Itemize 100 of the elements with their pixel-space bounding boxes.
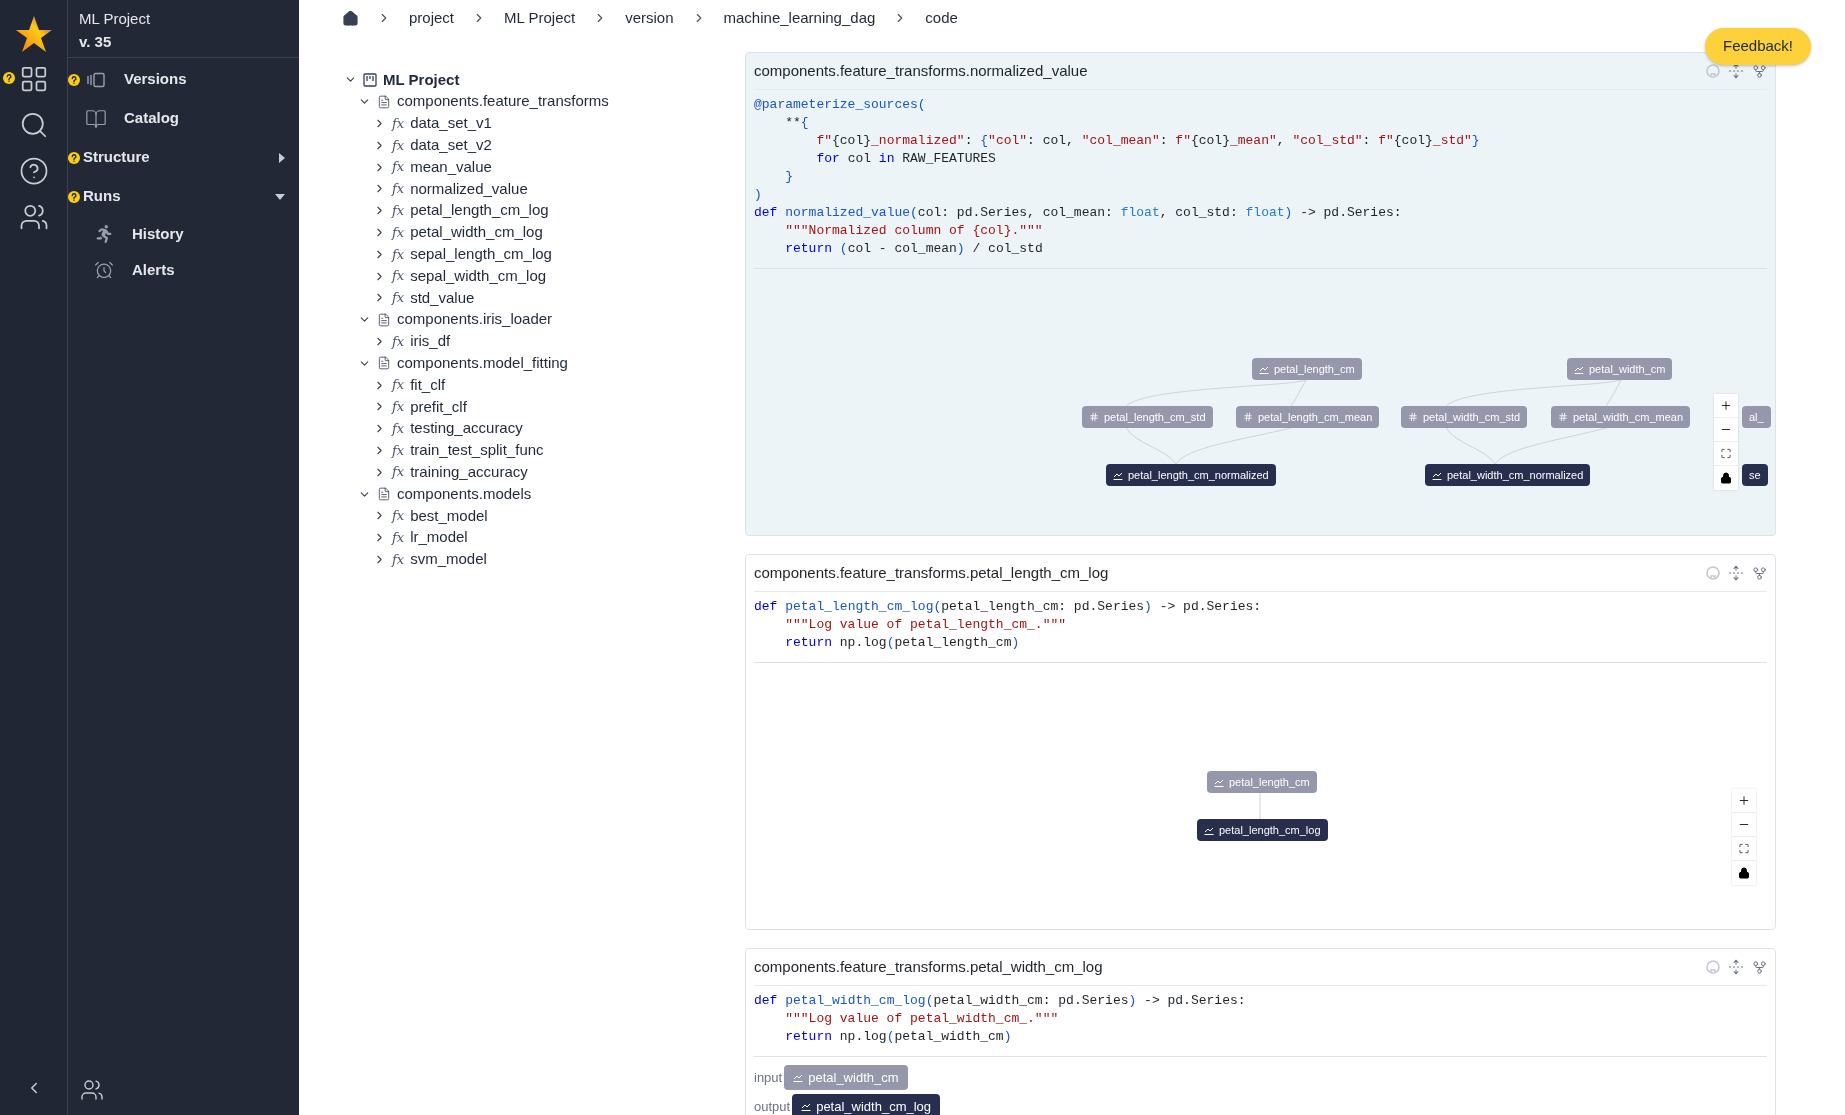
expand-icon[interactable] (1728, 959, 1744, 975)
dag-node[interactable]: petal_length_cm_log (1197, 819, 1328, 841)
tree-item-label: petal_width_cm_log (410, 222, 543, 243)
breadcrumb-link[interactable]: project (409, 6, 455, 30)
function-prefix: fx (392, 550, 405, 569)
function-prefix: fx (392, 245, 405, 264)
function-prefix: fx (392, 376, 405, 395)
sidebar-item[interactable]: Catalog (68, 99, 299, 138)
function-prefix: fx (392, 441, 405, 460)
function-prefix: fx (392, 201, 405, 220)
tree-item-label: components.iris_loader (397, 309, 553, 330)
code-line: def normalized_value(col: pd.Series, col_mean: float, col_std: float) -> pd.Series: (754, 204, 1402, 222)
help-icon[interactable] (18, 156, 49, 186)
code-line: return (col - col_mean) / col_std (784, 240, 1043, 258)
line-chart-icon (1259, 364, 1269, 374)
tree-item[interactable]: fx data_set_v2 (344, 134, 745, 157)
tree-item[interactable]: fx testing_accuracy (344, 417, 745, 440)
tree-root-label: ML Project (383, 69, 460, 90)
help-icon[interactable] (68, 151, 80, 164)
sidebar-section[interactable]: Runs (68, 177, 299, 216)
function-prefix: fx (392, 332, 405, 351)
caret-icon (275, 193, 285, 200)
breadcrumb-link[interactable]: version (625, 6, 674, 30)
tree-item-label: fit_clf (410, 374, 446, 395)
code-line: return np.log(petal_length_cm) (784, 634, 1020, 652)
card-title: components.feature_transforms.petal_width_cm_log (754, 956, 1104, 977)
code-line: return np.log(petal_width_cm) (784, 1028, 1012, 1046)
graph-icon[interactable] (1752, 565, 1767, 581)
line-chart-icon (801, 1102, 812, 1111)
help-icon[interactable] (2, 72, 15, 84)
function-prefix: fx (392, 267, 405, 286)
function-prefix: fx (392, 158, 405, 177)
tree-item[interactable]: fx std_value (344, 286, 745, 309)
tree-item[interactable]: fx svm_model (344, 548, 745, 571)
graph-icon[interactable] (1752, 63, 1767, 79)
tree-item-label: lr_model (410, 527, 468, 548)
tree-item[interactable]: fx petal_width_cm_log (344, 221, 745, 244)
tree-item[interactable]: components.models (344, 483, 745, 505)
line-chart-icon (793, 1073, 804, 1082)
card-title: components.feature_transforms.petal_length_cm_log (754, 562, 1110, 583)
tree-item-label: train_test_split_func (410, 440, 544, 461)
tree-item[interactable]: fx fit_clf (344, 374, 745, 396)
tree-item[interactable]: fx normalized_value (344, 178, 745, 200)
tree-item[interactable]: fx petal_length_cm_log (344, 199, 745, 222)
sidebar-item[interactable]: History (68, 216, 299, 252)
dag-node[interactable]: petal_length_cm_normalized (1106, 464, 1276, 486)
tree-item[interactable]: fx training_accuracy (344, 461, 745, 484)
graph-icon[interactable] (1752, 959, 1767, 975)
team-settings-icon[interactable] (80, 1078, 104, 1102)
code-line: f"{col}_normalized": {"col": col, "col_mean": f"{col}_mean", "col_std": f"{col}_std"} (815, 132, 1480, 150)
file-icon (377, 94, 391, 109)
function-prefix: fx (392, 223, 405, 242)
tree-item[interactable]: fx sepal_length_cm_log (344, 243, 745, 266)
function-prefix: fx (392, 463, 405, 482)
board-icon (363, 72, 377, 87)
tree-item[interactable]: fx prefit_clf (344, 395, 745, 418)
tree-item[interactable]: fx sepal_width_cm_log (344, 265, 745, 287)
running-person-icon (95, 225, 113, 243)
home-icon[interactable] (342, 9, 359, 27)
hash-icon (1558, 412, 1568, 422)
alarm-clock-icon (94, 260, 114, 280)
caret-icon (279, 152, 285, 163)
tree-item[interactable]: fx train_test_split_func (344, 439, 745, 462)
tree-item[interactable]: components.model_fitting (344, 352, 745, 375)
tree-item[interactable]: components.feature_transforms (344, 90, 745, 113)
function-prefix: fx (392, 136, 405, 155)
tree-item[interactable]: fx data_set_v1 (344, 112, 745, 135)
card-title: components.feature_transforms.normalized_value (754, 60, 1089, 81)
dag-node[interactable]: petal_width_cm_normalized (1425, 464, 1591, 486)
dag-node[interactable]: petal_width_cm_log (792, 1094, 941, 1115)
breadcrumb-link[interactable]: code (925, 6, 958, 30)
tree-item-label: sepal_width_cm_log (410, 265, 547, 286)
sidebar-section[interactable]: Structure (68, 138, 299, 177)
expand-icon[interactable] (1728, 63, 1744, 79)
code-line: for col in RAW_FEATURES (815, 150, 996, 168)
breadcrumb-link[interactable]: ML Project (504, 6, 576, 30)
tree-item-label: components.model_fitting (397, 353, 568, 373)
tree-item-label: std_value (410, 287, 475, 308)
tree-item[interactable]: ML Project (344, 69, 745, 91)
help-icon[interactable] (68, 190, 80, 203)
tree-item[interactable]: fx iris_df (344, 330, 745, 353)
tree-item-label: petal_length_cm_log (410, 200, 549, 221)
line-chart-icon (1574, 364, 1584, 374)
breadcrumb-link[interactable]: machine_learning_dag (723, 6, 876, 30)
tree-item-label: components.feature_transforms (397, 91, 609, 112)
tree-item[interactable]: fx lr_model (344, 526, 745, 549)
file-icon (377, 356, 391, 371)
sidebar-item[interactable]: Alerts (68, 252, 299, 288)
sidebar-item[interactable]: Versions (68, 60, 299, 99)
function-prefix: fx (392, 419, 405, 438)
tree-item[interactable]: fx mean_value (344, 156, 745, 178)
help-icon[interactable] (68, 73, 80, 86)
tree-item[interactable]: components.iris_loader (344, 308, 745, 331)
star-logo (14, 14, 53, 52)
team-icon[interactable] (18, 202, 49, 232)
tree-item[interactable]: fx best_model (344, 504, 745, 527)
dag-node[interactable]: se (1742, 464, 1768, 486)
feedback-button[interactable]: Feedback! (1705, 28, 1812, 65)
project-name: ML Project (79, 9, 152, 29)
expand-icon[interactable] (1728, 565, 1744, 581)
